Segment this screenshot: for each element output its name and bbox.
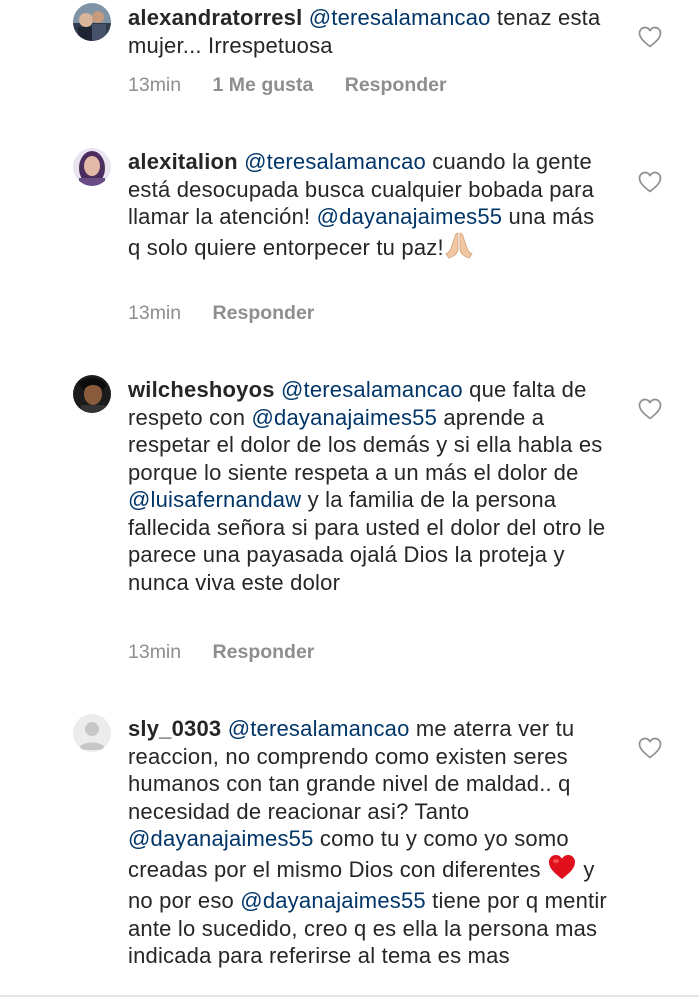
avatar[interactable]: [73, 3, 111, 41]
like-heart-icon[interactable]: [638, 171, 662, 193]
mention-link[interactable]: @teresalamancao: [281, 377, 463, 402]
comment-timestamp: 13min: [128, 74, 182, 96]
comment-username[interactable]: sly_0303: [128, 716, 221, 741]
comment-username[interactable]: wilcheshoyos: [128, 377, 275, 402]
comment-text: alexandratorresl @teresalamancao tenaz e…: [128, 4, 608, 59]
mention-link[interactable]: @dayanajaimes55: [128, 826, 314, 851]
mention-link[interactable]: @teresalamancao: [309, 5, 491, 30]
comment-text: wilcheshoyos @teresalamancao que falta d…: [128, 376, 608, 596]
folded-hands-icon: [444, 231, 474, 266]
reply-button[interactable]: Responder: [345, 74, 447, 96]
avatar[interactable]: [73, 375, 111, 413]
mention-link[interactable]: @teresalamancao: [244, 149, 426, 174]
mention-link[interactable]: @teresalamancao: [228, 716, 410, 741]
comment-text: sly_0303 @teresalamancao me aterra ver t…: [128, 715, 608, 986]
comment-meta: 13min 1 Me gusta Responder: [128, 74, 473, 97]
comment-username[interactable]: alexitalion: [128, 149, 238, 174]
like-heart-icon[interactable]: [638, 26, 662, 48]
comment-meta: 13min Responder: [128, 641, 340, 664]
mention-link[interactable]: @dayanajaimes55: [317, 204, 503, 229]
comment-timestamp: 13min: [128, 302, 182, 324]
avatar[interactable]: [73, 714, 111, 752]
mention-link[interactable]: @dayanajaimes55: [240, 888, 426, 913]
reply-button[interactable]: Responder: [213, 302, 315, 324]
comment-meta: 13min Responder: [128, 302, 340, 325]
likes-count[interactable]: 1 Me gusta: [213, 74, 314, 96]
red-heart-icon: [547, 853, 577, 888]
avatar[interactable]: [73, 148, 111, 186]
bottom-divider: [0, 995, 699, 997]
comment-username[interactable]: alexandratorresl: [128, 5, 302, 30]
like-heart-icon[interactable]: [638, 398, 662, 420]
reply-button[interactable]: Responder: [213, 641, 315, 663]
mention-link[interactable]: @luisafernandaw: [128, 487, 301, 512]
like-heart-icon[interactable]: [638, 737, 662, 759]
comment-timestamp: 13min: [128, 641, 182, 663]
mention-link[interactable]: @dayanajaimes55: [251, 405, 437, 430]
comment-text: alexitalion @teresalamancao cuando la ge…: [128, 148, 608, 265]
